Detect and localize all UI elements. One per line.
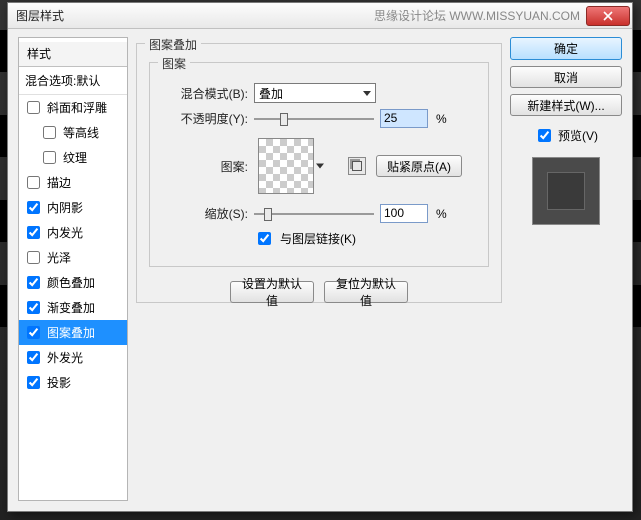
scale-slider[interactable] [254, 206, 374, 222]
style-item-outer-glow[interactable]: 外发光 [19, 345, 127, 370]
link-with-layer-label: 与图层链接(K) [280, 230, 356, 247]
style-item-inner-shadow[interactable]: 内阴影 [19, 195, 127, 220]
titlebar: 图层样式 思缘设计论坛 WWW.MISSYUAN.COM [8, 3, 632, 29]
preview-checkbox-row[interactable]: 预览(V) [510, 126, 622, 145]
blending-options-item[interactable]: 混合选项:默认 [19, 67, 127, 95]
style-checkbox[interactable] [27, 176, 40, 189]
style-checkbox[interactable] [27, 351, 40, 364]
style-item-bevel[interactable]: 斜面和浮雕 [19, 95, 127, 120]
style-item-stroke[interactable]: 描边 [19, 170, 127, 195]
close-icon [603, 11, 613, 21]
pattern-group-title: 图案 [158, 55, 190, 72]
styles-header: 样式 [19, 42, 127, 67]
style-item-drop-shadow[interactable]: 投影 [19, 370, 127, 395]
right-panel: 确定 取消 新建样式(W)... 预览(V) [510, 37, 622, 501]
style-checkbox[interactable] [43, 151, 56, 164]
close-button[interactable] [586, 6, 630, 26]
scale-input[interactable]: 100 [380, 204, 428, 223]
style-checkbox[interactable] [27, 101, 40, 114]
style-item-texture[interactable]: 纹理 [19, 145, 127, 170]
style-checkbox[interactable] [27, 226, 40, 239]
preview-checkbox[interactable] [538, 129, 551, 142]
snap-to-origin-button[interactable]: 贴紧原点(A) [376, 155, 462, 177]
layer-style-dialog: 图层样式 思缘设计论坛 WWW.MISSYUAN.COM 样式 混合选项:默认 … [7, 2, 633, 512]
style-checkbox[interactable] [27, 376, 40, 389]
opacity-label: 不透明度(Y): [162, 110, 248, 127]
pattern-overlay-group: 图案叠加 图案 混合模式(B): 叠加 不透明度(Y): [136, 43, 502, 303]
group-title: 图案叠加 [145, 36, 201, 53]
new-icon [352, 161, 362, 171]
new-style-button[interactable]: 新建样式(W)... [510, 94, 622, 116]
dialog-title: 图层样式 [16, 7, 64, 24]
link-with-layer-checkbox[interactable] [258, 232, 271, 245]
opacity-input[interactable]: 25 [380, 109, 428, 128]
reset-default-button[interactable]: 复位为默认值 [324, 281, 408, 303]
blend-mode-label: 混合模式(B): [162, 85, 248, 102]
pattern-group: 图案 混合模式(B): 叠加 不透明度(Y): [149, 62, 489, 267]
style-item-gradient-overlay[interactable]: 渐变叠加 [19, 295, 127, 320]
style-checkbox[interactable] [27, 301, 40, 314]
opacity-slider[interactable] [254, 111, 374, 127]
new-pattern-button[interactable] [348, 157, 366, 175]
cancel-button[interactable]: 取消 [510, 66, 622, 88]
chevron-down-icon [363, 91, 371, 96]
style-checkbox[interactable] [27, 251, 40, 264]
ok-button[interactable]: 确定 [510, 37, 622, 60]
chevron-down-icon [316, 164, 324, 169]
pattern-label: 图案: [162, 158, 248, 175]
style-item-color-overlay[interactable]: 颜色叠加 [19, 270, 127, 295]
style-checkbox[interactable] [27, 201, 40, 214]
settings-panel: 图案叠加 图案 混合模式(B): 叠加 不透明度(Y): [136, 37, 502, 501]
style-checkbox[interactable] [27, 326, 40, 339]
style-item-inner-glow[interactable]: 内发光 [19, 220, 127, 245]
pattern-swatch[interactable] [258, 138, 314, 194]
slider-thumb[interactable] [264, 208, 272, 221]
style-checkbox[interactable] [27, 276, 40, 289]
style-item-contour[interactable]: 等高线 [19, 120, 127, 145]
blend-mode-combo[interactable]: 叠加 [254, 83, 376, 103]
slider-thumb[interactable] [280, 113, 288, 126]
style-checkbox[interactable] [43, 126, 56, 139]
make-default-button[interactable]: 设置为默认值 [230, 281, 314, 303]
styles-list-panel: 样式 混合选项:默认 斜面和浮雕 等高线 纹理 描边 内阴影 内发光 光泽 颜色… [18, 37, 128, 501]
style-item-satin[interactable]: 光泽 [19, 245, 127, 270]
watermark-text: 思缘设计论坛 WWW.MISSYUAN.COM [374, 7, 580, 24]
scale-label: 缩放(S): [162, 205, 248, 222]
preview-thumbnail [532, 157, 600, 225]
style-item-pattern-overlay[interactable]: 图案叠加 [19, 320, 127, 345]
